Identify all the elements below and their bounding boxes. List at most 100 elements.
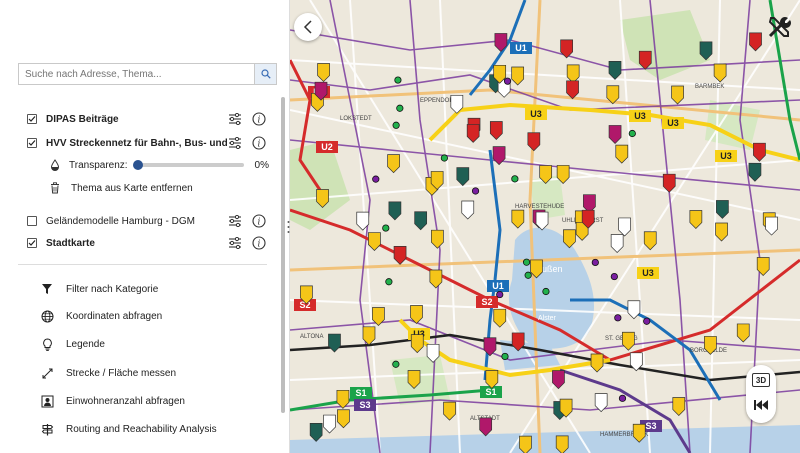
transparency-slider[interactable] xyxy=(132,160,244,170)
dipas-marker[interactable] xyxy=(485,370,499,389)
collapse-sidebar-button[interactable] xyxy=(294,13,322,41)
dipas-marker[interactable] xyxy=(590,353,604,373)
dipas-marker[interactable] xyxy=(429,269,443,289)
dipas-marker[interactable] xyxy=(672,397,686,416)
layer-settings-button[interactable] xyxy=(227,213,243,229)
dipas-marker[interactable] xyxy=(527,132,541,152)
dipas-marker[interactable] xyxy=(511,209,525,229)
dipas-marker[interactable] xyxy=(431,229,444,249)
sidebar-scrollbar[interactable] xyxy=(281,97,285,413)
layer-checkbox-dgm[interactable] xyxy=(27,216,37,226)
dipas-marker[interactable] xyxy=(393,246,407,265)
tool-legend[interactable]: Legende xyxy=(40,335,105,353)
svg-text:i: i xyxy=(258,116,261,126)
layer-checkbox-stadtkarte[interactable] xyxy=(27,238,37,248)
filter-icon xyxy=(42,284,52,294)
skip-back-icon[interactable] xyxy=(753,399,769,411)
dipas-marker[interactable] xyxy=(753,142,766,162)
dipas-marker[interactable] xyxy=(456,167,470,187)
map-view[interactable]: U2 U2 U3 U3 U3 U3 U3 U3 U1 U1 S2 S2 S1 S… xyxy=(290,0,800,453)
station-dot xyxy=(392,121,400,129)
dipas-marker[interactable] xyxy=(493,308,507,328)
dipas-marker[interactable] xyxy=(466,124,480,143)
dipas-marker[interactable] xyxy=(715,222,728,242)
layer-checkbox-hvv[interactable] xyxy=(27,138,37,148)
tool-population[interactable]: Einwohneranzahl abfragen xyxy=(40,392,185,410)
dipas-marker[interactable] xyxy=(748,162,762,182)
dipas-marker[interactable] xyxy=(443,401,456,421)
dipas-marker[interactable] xyxy=(622,331,635,351)
dipas-marker[interactable] xyxy=(328,333,341,353)
dipas-marker[interactable] xyxy=(615,144,629,164)
line-label-s3: S3 xyxy=(359,400,370,410)
layer-label: DIPAS Beiträge xyxy=(46,113,119,125)
dipas-marker[interactable] xyxy=(414,211,428,231)
dipas-marker[interactable] xyxy=(671,85,684,105)
dipas-marker[interactable] xyxy=(713,63,727,83)
dipas-marker[interactable] xyxy=(736,323,750,343)
dipas-marker[interactable] xyxy=(552,370,565,390)
layer-info-button[interactable]: i xyxy=(251,213,267,229)
dipas-marker[interactable] xyxy=(689,210,703,230)
station-dot xyxy=(591,258,599,267)
checkmark-icon xyxy=(28,240,36,246)
map-canvas[interactable]: U2 U2 U3 U3 U3 U3 U3 U3 U1 U1 S2 S2 S1 S… xyxy=(290,0,800,453)
dipas-marker[interactable] xyxy=(560,39,573,59)
dipas-marker[interactable] xyxy=(489,121,503,141)
dipas-marker[interactable] xyxy=(368,232,381,252)
search-button[interactable] xyxy=(254,64,276,84)
dipas-marker[interactable] xyxy=(461,200,475,220)
dipas-marker[interactable] xyxy=(662,173,676,193)
station-dot xyxy=(392,360,400,368)
view-controls: 3D xyxy=(746,365,776,423)
slider-knob[interactable] xyxy=(132,160,143,170)
dipas-marker[interactable] xyxy=(627,300,641,320)
tool-routing[interactable]: Routing and Reachability Analysis xyxy=(40,420,217,438)
population-icon xyxy=(41,395,53,407)
station-dot xyxy=(394,76,402,84)
layer-settings-button[interactable] xyxy=(227,135,243,151)
dipas-marker[interactable] xyxy=(317,63,330,83)
toggle-3d-button[interactable]: 3D xyxy=(752,373,770,387)
station-dot xyxy=(396,104,404,112)
dipas-marker[interactable] xyxy=(479,417,493,437)
tools-icon xyxy=(768,16,791,38)
layer-sidebar: DIPAS Beiträge i HVV Streckennetz für Ba… xyxy=(0,0,290,453)
station-dot xyxy=(643,317,651,325)
dipas-marker[interactable] xyxy=(618,217,631,237)
tool-coordinates[interactable]: Koordinaten abfragen xyxy=(40,307,162,325)
dipas-marker[interactable] xyxy=(749,32,762,52)
measure-icon xyxy=(42,368,52,378)
dipas-marker[interactable] xyxy=(388,201,402,221)
search-input[interactable] xyxy=(19,64,254,84)
dipas-marker[interactable] xyxy=(535,211,549,231)
layer-info-button[interactable]: i xyxy=(251,111,267,127)
tool-label: Einwohneranzahl abfragen xyxy=(66,395,185,407)
dipas-marker[interactable] xyxy=(643,231,657,251)
dipas-marker[interactable] xyxy=(410,334,424,354)
dipas-marker[interactable] xyxy=(610,234,624,254)
dipas-marker[interactable] xyxy=(387,154,400,174)
layer-settings-button[interactable] xyxy=(227,111,243,127)
dipas-marker[interactable] xyxy=(608,61,622,80)
layer-settings-button[interactable] xyxy=(227,235,243,251)
transparency-label: Transparenz: xyxy=(69,159,128,171)
line-label-u2b: U2 xyxy=(321,142,333,152)
layer-info-button[interactable]: i xyxy=(251,235,267,251)
dipas-marker[interactable] xyxy=(511,66,525,86)
dipas-marker[interactable] xyxy=(323,414,336,434)
dipas-marker[interactable] xyxy=(309,423,323,442)
dipas-marker[interactable] xyxy=(608,125,622,144)
dipas-marker[interactable] xyxy=(765,216,778,236)
dipas-marker[interactable] xyxy=(337,409,350,429)
tool-measure[interactable]: Strecke / Fläche messen xyxy=(40,364,176,382)
dipas-marker[interactable] xyxy=(716,200,729,219)
dipas-marker[interactable] xyxy=(566,64,580,84)
transparency-value: 0% xyxy=(254,159,269,171)
station-dot xyxy=(522,258,531,266)
remove-theme-button[interactable]: Thema aus Karte entfernen xyxy=(50,180,193,196)
layer-checkbox-dipas[interactable] xyxy=(27,114,37,124)
tools-button[interactable] xyxy=(764,12,794,42)
tool-filter[interactable]: Filter nach Kategorie xyxy=(40,280,158,298)
layer-info-button[interactable]: i xyxy=(251,135,267,151)
